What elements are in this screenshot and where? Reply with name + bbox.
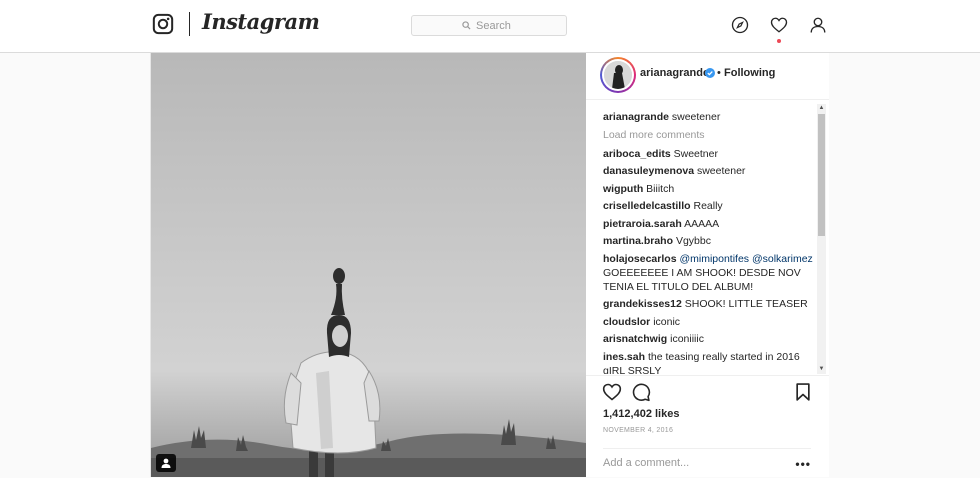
comment-text: Sweetner <box>673 147 718 160</box>
comment-text: Vgybbc <box>675 235 711 247</box>
comment-mention-link[interactable]: @mimipontifes <box>679 253 749 265</box>
comment-item: arisnatchwig iconiiiic <box>603 332 815 346</box>
comment-text: Really <box>693 200 723 212</box>
comment-item: holajosecarlos @mimipontifes @solkarimez… <box>603 252 815 294</box>
comment-username[interactable]: martina.braho <box>603 235 673 247</box>
comment-text: iconiiiic <box>670 333 704 345</box>
comment-bubble-icon[interactable] <box>631 382 651 402</box>
search-input[interactable] <box>476 19 516 32</box>
user-tag-icon[interactable] <box>156 454 176 472</box>
comment-username[interactable]: wigputh <box>603 183 643 195</box>
comment-username[interactable]: cloudslor <box>603 316 650 328</box>
comment-username[interactable]: ines.sah <box>603 351 645 363</box>
add-comment-input[interactable] <box>603 457 773 469</box>
avatar[interactable] <box>600 57 636 93</box>
search-icon <box>462 21 471 30</box>
caption-text: sweetener <box>671 111 721 123</box>
instagram-wordmark[interactable]: Instagram <box>202 9 320 34</box>
post-sidebar: arianagrande • Following arianagrande sw… <box>586 53 829 477</box>
compass-icon[interactable] <box>731 16 749 34</box>
comment-text: Biiitch <box>646 182 675 195</box>
photo-illustration <box>151 268 586 477</box>
comment-item: pietraroia.sarah AAAAA <box>603 217 815 231</box>
comment-username[interactable]: danasuleymenova <box>603 165 694 177</box>
top-navigation-bar: Instagram <box>0 0 980 53</box>
comment-item: ines.sah the teasing really started in 2… <box>603 350 815 375</box>
load-more-comments-link[interactable]: Load more comments <box>603 128 815 142</box>
comment-item: grandekisses12 SHOOK! LITTLE TEASER <box>603 297 815 311</box>
instagram-camera-icon[interactable] <box>152 13 174 35</box>
comment-username[interactable]: holajosecarlos <box>603 253 677 265</box>
likes-count[interactable]: 1,412,402 likes <box>603 408 679 420</box>
scroll-down-arrow-icon[interactable]: ▼ <box>817 365 826 374</box>
comment-username[interactable]: ariboca_edits <box>603 148 671 160</box>
post-author-username[interactable]: arianagrande <box>640 67 709 79</box>
logo-divider <box>189 12 190 36</box>
comment-username[interactable]: arisnatchwig <box>603 333 667 345</box>
following-button[interactable]: Following <box>724 67 775 79</box>
heart-icon[interactable] <box>770 16 788 34</box>
bookmark-icon[interactable] <box>793 382 813 402</box>
like-heart-icon[interactable] <box>602 382 622 402</box>
post-card: arianagrande • Following arianagrande sw… <box>150 53 829 477</box>
caption: arianagrande sweetener <box>603 110 815 124</box>
search-box[interactable] <box>411 15 567 36</box>
add-comment-section: ••• <box>603 448 811 478</box>
verified-badge-icon <box>705 68 715 78</box>
comment-item: martina.braho Vgybbc <box>603 234 815 248</box>
comment-mention-link[interactable]: @solkarimez <box>752 253 813 265</box>
post-actions: 1,412,402 likes NOVEMBER 4, 2016 ••• <box>586 375 829 477</box>
comment-text: GOEEEEEEE I AM SHOOK! DESDE NOV TENIA EL… <box>603 266 801 293</box>
comment-item: criselledelcastillo Really <box>603 199 815 213</box>
comment-item: danasuleymenova sweetener <box>603 164 815 178</box>
profile-icon[interactable] <box>809 16 827 34</box>
comment-text: iconic <box>653 315 681 328</box>
comment-username[interactable]: criselledelcastillo <box>603 200 691 212</box>
comments-list: arianagrande sweetener Load more comment… <box>603 110 815 374</box>
notification-dot <box>777 39 781 43</box>
comment-item: cloudslor iconic <box>603 315 815 329</box>
comment-username[interactable]: grandekisses12 <box>603 298 682 310</box>
comments-scrollbar[interactable]: ▲ ▼ <box>817 104 826 374</box>
comment-text: sweetener <box>696 165 746 177</box>
more-options-button[interactable]: ••• <box>795 457 811 471</box>
comment-item: wigputh Biiitch <box>603 182 815 196</box>
header-separator: • <box>717 67 721 79</box>
post-date[interactable]: NOVEMBER 4, 2016 <box>603 427 673 434</box>
comment-username[interactable]: pietraroia.sarah <box>603 218 682 230</box>
post-header: arianagrande • Following <box>586 53 829 100</box>
scrollbar-thumb[interactable] <box>818 114 825 236</box>
comment-text: SHOOK! LITTLE TEASER <box>684 298 808 310</box>
comment-item: ariboca_edits Sweetner <box>603 147 815 161</box>
scroll-up-arrow-icon[interactable]: ▲ <box>817 104 826 113</box>
caption-username[interactable]: arianagrande <box>603 111 669 123</box>
comment-text: AAAAA <box>684 217 720 230</box>
post-photo[interactable] <box>151 53 586 477</box>
avatar-image <box>604 61 632 89</box>
